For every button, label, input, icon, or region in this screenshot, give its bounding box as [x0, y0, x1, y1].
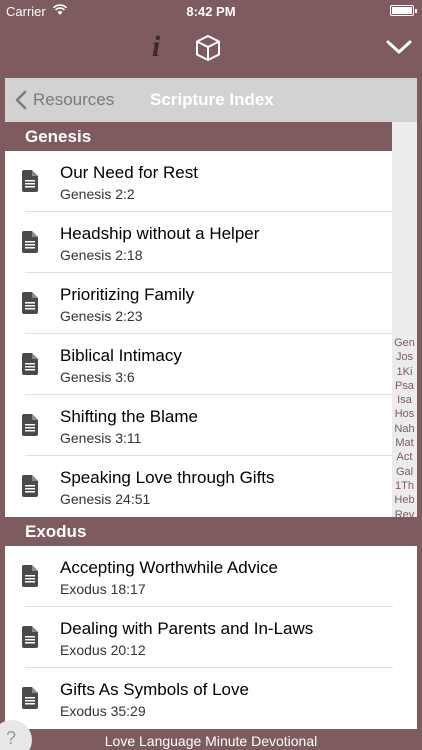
document-icon: [22, 565, 38, 587]
footer-title: Love Language Minute Devotional: [0, 732, 422, 750]
index-entry[interactable]: Mat: [395, 436, 413, 450]
item-title: Accepting Worthwhile Advice: [60, 558, 278, 577]
index-entry[interactable]: Jos: [396, 350, 413, 364]
back-button[interactable]: Resources: [15, 78, 114, 122]
item-reference: Genesis 2:23: [60, 308, 143, 324]
top-toolbar: i: [0, 22, 422, 78]
item-title: Biblical Intimacy: [60, 346, 182, 365]
index-entry[interactable]: Heb: [394, 493, 414, 507]
chevron-left-icon: [15, 90, 27, 110]
list-item[interactable]: Dealing with Parents and In-Laws Exodus …: [5, 607, 417, 668]
index-entry[interactable]: 1Th: [395, 479, 414, 493]
item-title: Shifting the Blame: [60, 407, 198, 426]
info-icon[interactable]: i: [146, 32, 166, 62]
index-entry[interactable]: Nah: [394, 422, 414, 436]
list-item[interactable]: Accepting Worthwhile Advice Exodus 18:17: [5, 546, 417, 607]
document-icon: [22, 170, 38, 192]
item-title: Prioritizing Family: [60, 285, 195, 304]
navigation-bar: Resources Scripture Index: [5, 78, 417, 122]
list-item[interactable]: Headship without a Helper Genesis 2:18: [5, 212, 417, 273]
document-icon: [22, 292, 38, 314]
index-entry[interactable]: Psa: [395, 379, 414, 393]
section-rows-exodus: Accepting Worthwhile Advice Exodus 18:17…: [5, 546, 417, 729]
battery-icon: [390, 5, 417, 16]
back-button-label: Resources: [33, 90, 115, 109]
index-entry[interactable]: Rev: [395, 508, 415, 522]
item-reference: Exodus 35:29: [60, 703, 146, 719]
index-entry[interactable]: 1Ki: [397, 365, 413, 379]
section-index-bar[interactable]: Gen Jos 1Ki Psa Isa Hos Nah Mat Act Gal …: [392, 122, 417, 521]
list-item[interactable]: Our Need for Rest Genesis 2:2: [5, 151, 417, 212]
document-icon: [22, 626, 38, 648]
status-bar: Carrier 8:42 PM: [0, 0, 422, 22]
cube-icon[interactable]: [194, 34, 222, 62]
scripture-list[interactable]: Genesis Our Need for Rest Genesis 2:2 He…: [5, 122, 417, 732]
index-entry[interactable]: Hos: [395, 407, 415, 421]
item-reference: Genesis 3:11: [60, 430, 142, 446]
item-title: Speaking Love through Gifts: [60, 468, 275, 487]
item-reference: Genesis 2:18: [60, 247, 143, 263]
help-icon: ?: [6, 728, 17, 748]
document-icon: [22, 687, 38, 709]
document-icon: [22, 475, 38, 497]
section-rows-genesis: Our Need for Rest Genesis 2:2 Headship w…: [5, 151, 417, 517]
index-entry[interactable]: Act: [397, 450, 413, 464]
index-entry[interactable]: Isa: [397, 393, 412, 407]
page-title: Scripture Index: [150, 90, 274, 109]
document-icon: [22, 414, 38, 436]
status-time: 8:42 PM: [186, 4, 236, 19]
list-item[interactable]: Speaking Love through Gifts Genesis 24:5…: [5, 456, 417, 517]
list-item[interactable]: Shifting the Blame Genesis 3:11: [5, 395, 417, 456]
list-item[interactable]: Gifts As Symbols of Love Exodus 35:29: [5, 668, 417, 729]
item-reference: Genesis 24:51: [60, 491, 151, 507]
document-icon: [22, 353, 38, 375]
chevron-down-icon[interactable]: [386, 38, 412, 56]
item-title: Our Need for Rest: [60, 163, 198, 182]
section-header-genesis: Genesis: [5, 122, 392, 151]
list-item[interactable]: Prioritizing Family Genesis 2:23: [5, 273, 417, 334]
item-title: Gifts As Symbols of Love: [60, 680, 249, 699]
list-item[interactable]: Biblical Intimacy Genesis 3:6: [5, 334, 417, 395]
item-reference: Exodus 18:17: [60, 581, 146, 597]
document-icon: [22, 231, 38, 253]
index-entry[interactable]: Gen: [394, 336, 415, 350]
item-reference: Exodus 20:12: [60, 642, 146, 658]
item-title: Dealing with Parents and In-Laws: [60, 619, 314, 638]
section-header-exodus: Exodus: [5, 517, 392, 546]
item-title: Headship without a Helper: [60, 224, 260, 243]
item-reference: Genesis 3:6: [60, 369, 135, 385]
section-index-list: Gen Jos 1Ki Psa Isa Hos Nah Mat Act Gal …: [392, 336, 417, 522]
item-reference: Genesis 2:2: [60, 186, 135, 202]
index-entry[interactable]: Gal: [396, 465, 413, 479]
